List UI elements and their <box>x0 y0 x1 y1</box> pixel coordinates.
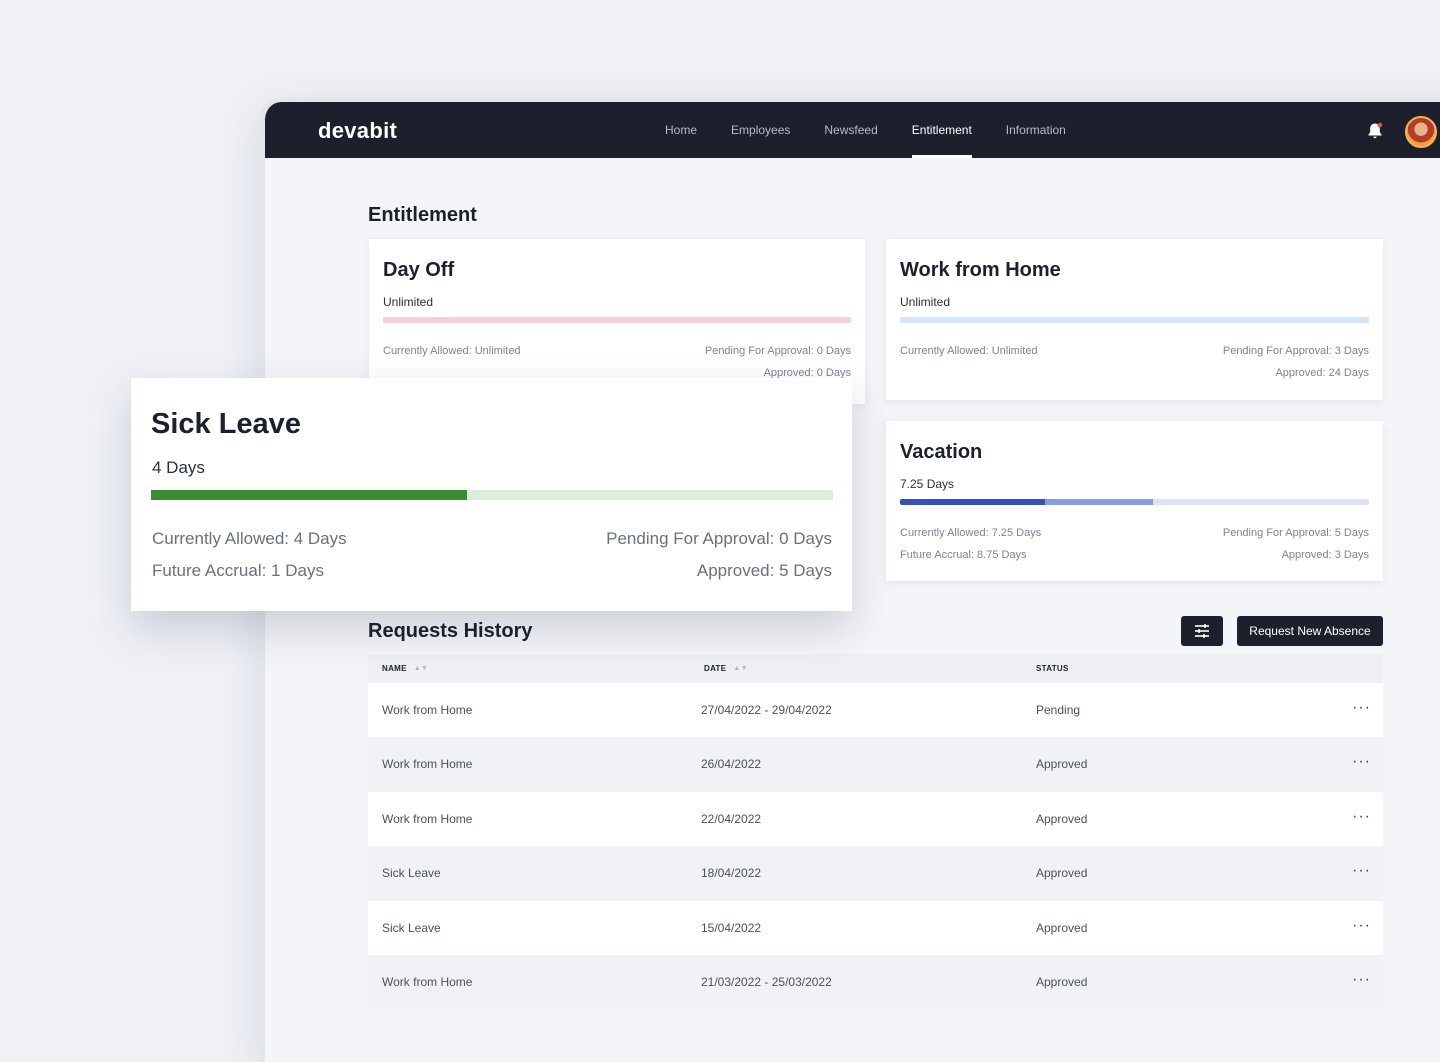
avatar[interactable] <box>1405 116 1437 148</box>
sort-icon[interactable]: ▲▼ <box>414 654 428 683</box>
more-options-icon[interactable]: ··· <box>1352 737 1371 791</box>
card-subtitle: 4 Days <box>152 458 205 477</box>
card-title: Sick Leave <box>151 408 301 440</box>
more-options-icon[interactable]: ··· <box>1352 846 1371 900</box>
card-title: Work from Home <box>900 259 1061 281</box>
bell-icon[interactable] <box>1367 122 1383 140</box>
cell-date: 22/04/2022 <box>701 811 762 826</box>
column-header-status: STATUS <box>1036 664 1069 673</box>
table-row[interactable]: Work from Home 21/03/2022 - 25/03/2022 App… <box>368 954 1383 1010</box>
card-subtitle: 7.25 Days <box>900 477 955 491</box>
card-work-from-home[interactable]: Work from Home Unlimited Currently Allow… <box>886 239 1383 400</box>
table-row[interactable]: Work from Home 27/04/2022 - 29/04/2022 Pen… <box>368 683 1383 738</box>
cell-name: Sick Leave <box>382 920 441 935</box>
main-nav: Home Employees Newsfeed Entitlement Info… <box>665 102 1100 158</box>
table-body: Work from Home 27/04/2022 - 29/04/2022 Pen… <box>368 683 1383 1010</box>
currently-allowed: Currently Allowed: Unlimited <box>900 345 1038 357</box>
top-navbar: devabit Home Employees Newsfeed Entitlem… <box>265 102 1440 158</box>
nav-item-information[interactable]: Information <box>1006 102 1066 158</box>
card-sick-leave[interactable]: Sick Leave 4 Days Currently Allowed: 4 D… <box>131 378 852 611</box>
currently-allowed: Currently Allowed: Unlimited <box>383 345 521 357</box>
cell-status: Approved <box>1036 920 1088 935</box>
currently-allowed: Currently Allowed: 7.25 Days <box>900 527 1042 539</box>
cell-status: Approved <box>1036 866 1088 881</box>
more-options-icon[interactable]: ··· <box>1352 901 1371 955</box>
cell-name: Work from Home <box>382 703 473 717</box>
card-subtitle: Unlimited <box>900 295 951 309</box>
requests-history-title: Requests History <box>368 620 533 642</box>
more-options-icon[interactable]: ··· <box>1352 792 1371 846</box>
table-row[interactable]: Sick Leave 18/04/2022 Approved ··· <box>368 846 1383 901</box>
bar-pending <box>1045 499 1154 505</box>
cell-status: Approved <box>1036 811 1088 826</box>
column-header-date[interactable]: DATE ▲▼ <box>704 654 748 683</box>
table-row[interactable]: Work from Home 26/04/2022 Approved ··· <box>368 737 1383 792</box>
cell-name: Work from Home <box>382 757 473 772</box>
sliders-icon <box>1195 624 1209 638</box>
bar-used <box>151 490 468 500</box>
bar-used <box>900 499 1046 505</box>
cell-date: 15/04/2022 <box>701 920 762 935</box>
usage-bar <box>900 317 1369 323</box>
table-header: NAME ▲▼ DATE ▲▼ STATUS <box>368 654 1383 683</box>
currently-allowed: Currently Allowed: 4 Days <box>152 529 347 548</box>
usage-bar <box>900 499 1369 505</box>
approved: Approved: 24 Days <box>1275 367 1369 379</box>
sort-icon[interactable]: ▲▼ <box>733 654 747 683</box>
cell-date: 27/04/2022 - 29/04/2022 <box>701 703 832 717</box>
card-subtitle: Unlimited <box>383 295 434 309</box>
nav-item-entitlement[interactable]: Entitlement <box>911 102 972 158</box>
future-accrual: Future Accrual: 1 Days <box>152 561 324 580</box>
cell-name: Sick Leave <box>382 866 441 881</box>
nav-item-employees[interactable]: Employees <box>731 102 790 158</box>
future-accrual: Future Accrual: 8.75 Days <box>900 549 1027 561</box>
approved: Approved: 5 Days <box>696 561 832 580</box>
column-header-name[interactable]: NAME ▲▼ <box>382 654 428 683</box>
cell-date: 21/03/2022 - 25/03/2022 <box>701 974 832 989</box>
card-title: Day Off <box>383 259 455 281</box>
table-row[interactable]: Sick Leave 15/04/2022 Approved ··· <box>368 900 1383 955</box>
nav-item-home[interactable]: Home <box>665 102 697 158</box>
cell-status: Approved <box>1036 757 1088 772</box>
more-options-icon[interactable]: ··· <box>1352 683 1371 737</box>
pending-approval: Pending For Approval: 0 Days <box>704 345 851 357</box>
more-options-icon[interactable]: ··· <box>1352 955 1371 1009</box>
card-vacation[interactable]: Vacation 7.25 Days Currently Allowed: 7.… <box>886 421 1383 581</box>
card-title: Vacation <box>900 441 983 463</box>
cell-date: 26/04/2022 <box>701 757 762 772</box>
request-new-absence-button[interactable]: Request New Absence <box>1237 616 1383 646</box>
pending-approval: Pending For Approval: 3 Days <box>1222 345 1369 357</box>
filter-button[interactable] <box>1181 616 1223 646</box>
page-title: Entitlement <box>368 204 477 226</box>
pending-approval: Pending For Approval: 5 Days <box>1222 527 1369 539</box>
cell-name: Work from Home <box>382 974 473 989</box>
cell-date: 18/04/2022 <box>701 866 762 881</box>
logo[interactable]: devabit <box>318 118 397 144</box>
cell-status: Approved <box>1036 974 1088 989</box>
pending-approval: Pending For Approval: 0 Days <box>606 529 832 548</box>
usage-bar <box>151 490 833 500</box>
requests-table: NAME ▲▼ DATE ▲▼ STATUS Work from Home 27/04… <box>368 654 1383 1010</box>
nav-item-newsfeed[interactable]: Newsfeed <box>824 102 877 158</box>
approved: Approved: 3 Days <box>1281 549 1369 561</box>
cell-name: Work from Home <box>382 811 473 826</box>
usage-bar <box>383 317 851 323</box>
table-row[interactable]: Work from Home 22/04/2022 Approved ··· <box>368 791 1383 847</box>
cell-status: Pending <box>1036 703 1081 717</box>
